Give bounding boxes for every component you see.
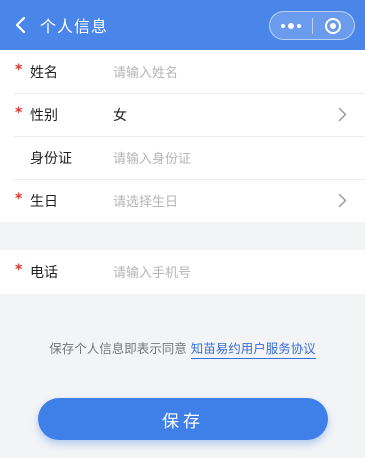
name-row[interactable]: * 姓名 请输入姓名 — [0, 50, 365, 93]
chevron-right-icon — [338, 107, 347, 122]
required-mark: * — [15, 262, 23, 278]
back-button[interactable] — [4, 0, 38, 50]
required-mark: * — [15, 105, 23, 121]
more-dot-icon — [280, 23, 285, 28]
contact-form: * 电话 请输入手机号 — [0, 250, 365, 294]
phone-row[interactable]: * 电话 请输入手机号 — [0, 250, 365, 293]
agreement-text: 保存个人信息即表示同意 — [49, 341, 187, 356]
id-card-row[interactable]: 身份证 请输入身份证 — [0, 136, 365, 179]
gender-row[interactable]: * 性别 女 — [0, 93, 365, 136]
page-title: 个人信息 — [40, 17, 109, 36]
phone-input[interactable]: 请输入手机号 — [113, 262, 191, 281]
gender-value[interactable]: 女 — [113, 105, 127, 125]
gender-label: 性别 — [30, 107, 58, 124]
close-circle-icon — [325, 17, 342, 34]
required-mark: * — [15, 62, 23, 78]
agreement-link[interactable]: 知苗易约用户服务协议 — [190, 341, 316, 359]
more-dot-icon — [287, 22, 294, 29]
basic-info-form: * 姓名 请输入姓名 * 性别 女 身份证 请输入身份证 * 生日 请选择生日 — [0, 50, 365, 222]
mini-program-capsule — [269, 11, 355, 40]
birthday-label: 生日 — [30, 193, 58, 210]
id-card-label: 身份证 — [30, 150, 72, 167]
birthday-row[interactable]: * 生日 请选择生日 — [0, 179, 365, 222]
name-input[interactable]: 请输入姓名 — [113, 62, 178, 81]
more-button[interactable] — [270, 12, 312, 39]
more-dot-icon — [296, 23, 301, 28]
close-button[interactable] — [312, 12, 354, 39]
name-label: 姓名 — [30, 64, 58, 81]
nav-bar: 个人信息 — [0, 0, 365, 50]
chevron-left-icon — [15, 16, 26, 34]
required-mark: * — [15, 191, 23, 207]
phone-label: 电话 — [30, 264, 58, 281]
birthday-picker[interactable]: 请选择生日 — [113, 191, 178, 210]
agreement-notice: 保存个人信息即表示同意 知苗易约用户服务协议 — [0, 338, 365, 359]
chevron-right-icon — [338, 193, 347, 208]
id-card-input[interactable]: 请输入身份证 — [113, 148, 191, 167]
save-button[interactable]: 保存 — [38, 398, 328, 440]
